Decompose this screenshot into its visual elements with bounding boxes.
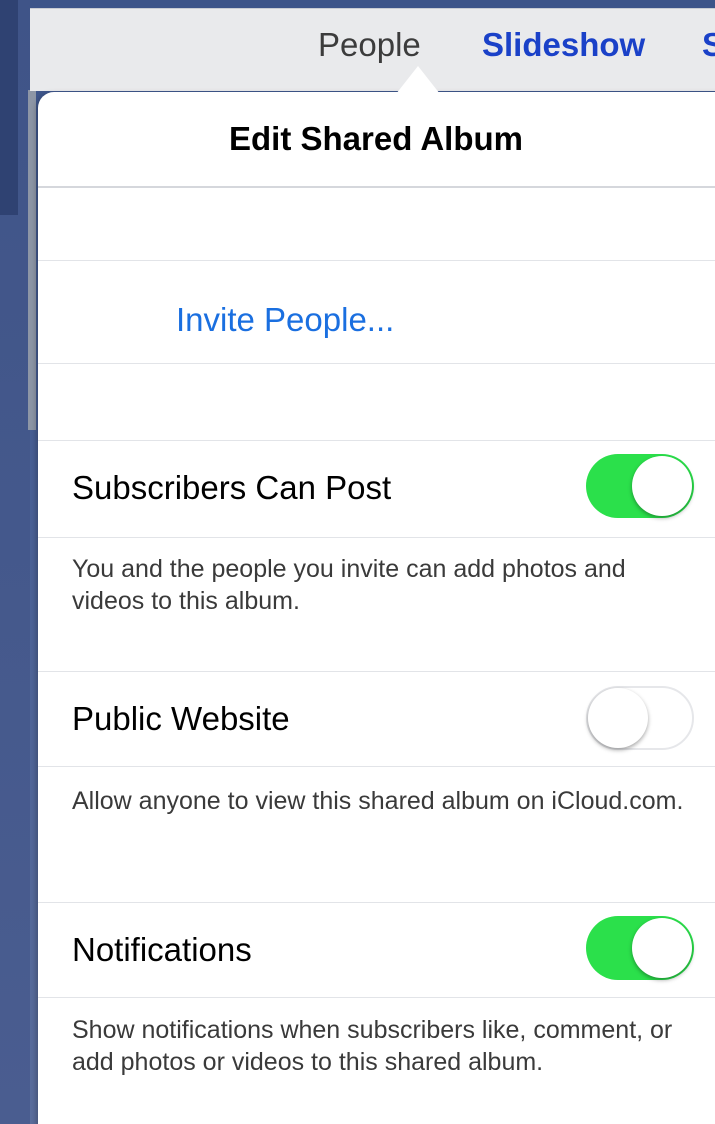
popover-title: Edit Shared Album bbox=[229, 120, 523, 157]
divider bbox=[38, 537, 715, 538]
nav-people-button[interactable]: People bbox=[318, 25, 421, 65]
nav-next-button[interactable]: S bbox=[702, 25, 715, 65]
notifications-toggle[interactable] bbox=[586, 916, 694, 980]
setting-label: Notifications bbox=[72, 931, 252, 968]
popover-arrow bbox=[396, 66, 440, 94]
edit-shared-album-popover: Edit Shared Album Invite People... Subsc… bbox=[38, 66, 715, 1124]
invite-row: Invite People... bbox=[38, 261, 715, 363]
setting-row-public-website: Public Website bbox=[38, 672, 715, 766]
toggle-knob bbox=[632, 456, 692, 516]
invite-people-button[interactable]: Invite People... bbox=[176, 301, 394, 339]
section-spacer bbox=[38, 364, 715, 440]
setting-description: Allow anyone to view this shared album o… bbox=[72, 787, 684, 815]
background-panel-edge bbox=[0, 0, 18, 215]
subscribers-can-post-toggle[interactable] bbox=[586, 454, 694, 518]
setting-description: You and the people you invite can add ph… bbox=[72, 555, 626, 615]
divider bbox=[38, 766, 715, 767]
setting-description: Show notifications when subscribers like… bbox=[72, 1016, 673, 1076]
divider bbox=[38, 997, 715, 998]
toggle-knob bbox=[632, 918, 692, 978]
popover-header: Edit Shared Album bbox=[38, 92, 715, 188]
setting-row-subscribers-can-post: Subscribers Can Post bbox=[38, 441, 715, 537]
setting-label: Subscribers Can Post bbox=[72, 469, 392, 506]
toggle-knob bbox=[588, 688, 648, 748]
setting-row-notifications: Notifications bbox=[38, 903, 715, 997]
setting-label: Public Website bbox=[72, 700, 290, 737]
public-website-toggle[interactable] bbox=[586, 686, 694, 750]
underlying-scrollbar bbox=[28, 90, 36, 430]
nav-slideshow-button[interactable]: Slideshow bbox=[482, 25, 645, 65]
section-spacer bbox=[38, 188, 715, 260]
top-navigation-bar: People Slideshow S bbox=[30, 8, 715, 91]
